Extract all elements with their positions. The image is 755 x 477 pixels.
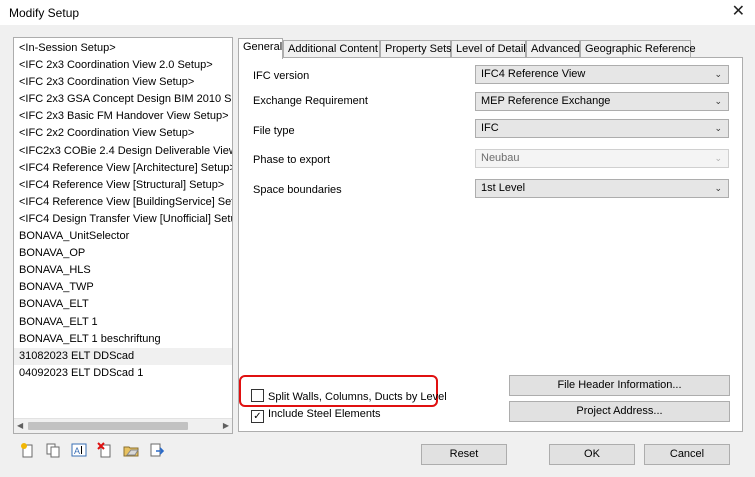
chevron-down-icon: ⌄ [714,69,722,79]
setup-item[interactable]: BONAVA_ELT 1 [14,314,232,331]
phase-to-export-label: Phase to export [253,154,331,166]
ifc-version-select[interactable]: IFC4 Reference View ⌄ [475,65,729,84]
setup-list[interactable]: <In-Session Setup> <IFC 2x3 Coordination… [13,37,233,434]
setup-item[interactable]: 04092023 ELT DDScad 1 [14,365,232,382]
setup-item[interactable]: <IFC 2x2 Coordination View Setup> [14,125,232,142]
setup-item[interactable]: BONAVA_TWP [14,279,232,296]
dialog-title: Modify Setup [9,6,80,20]
setup-item[interactable]: <In-Session Setup> [14,40,232,57]
exchange-requirement-label: Exchange Requirement [253,95,368,107]
include-steel-checkbox[interactable]: ✓ [251,410,264,423]
include-steel-label: Include Steel Elements [268,408,381,420]
setup-item-selected[interactable]: 31082023 ELT DDScad [14,347,232,365]
setup-item[interactable]: <IFC4 Reference View [Structural] Setup> [14,177,232,194]
phase-to-export-select: Neubau ⌄ [475,149,729,168]
cancel-button[interactable]: Cancel [644,444,730,465]
rename-setup-icon[interactable]: A [71,442,87,458]
file-type-value: IFC [481,122,499,134]
export-setup-icon[interactable] [149,442,165,458]
ok-button[interactable]: OK [549,444,635,465]
setup-item[interactable]: BONAVA_OP [14,245,232,262]
split-walls-label: Split Walls, Columns, Ducts by Level [268,391,447,403]
chevron-down-icon: ⌄ [714,183,722,193]
setup-item[interactable]: BONAVA_HLS [14,262,232,279]
setup-item[interactable]: BONAVA_UnitSelector [14,228,232,245]
modify-setup-dialog: Modify Setup ✕ <In-Session Setup> <IFC 2… [0,0,755,477]
tab-level-of-detail[interactable]: Level of Detail [451,40,526,58]
new-setup-icon[interactable] [20,442,36,458]
chevron-down-icon: ⌄ [714,153,722,163]
setup-item[interactable]: <IFC 2x3 Coordination View Setup> [14,74,232,91]
setup-item[interactable]: <IFC 2x3 Basic FM Handover View Setup> [14,108,232,125]
setup-item[interactable]: BONAVA_ELT [14,296,232,313]
svg-text:A: A [74,446,80,456]
project-address-button[interactable]: Project Address... [509,401,730,422]
exchange-requirement-select[interactable]: MEP Reference Exchange ⌄ [475,92,729,111]
scroll-left-icon[interactable]: ◀ [17,421,23,430]
horizontal-scrollbar[interactable]: ◀ ▶ [14,418,232,433]
space-boundaries-label: Space boundaries [253,184,342,196]
scroll-right-icon[interactable]: ▶ [223,421,229,430]
scrollbar-thumb[interactable] [28,422,188,430]
split-walls-checkbox[interactable] [251,389,264,402]
file-type-label: File type [253,125,295,137]
setup-item[interactable]: <IFC4 Reference View [Architecture] Setu… [14,160,232,177]
setup-item[interactable]: <IFC 2x3 GSA Concept Design BIM 2010 Set… [14,91,232,108]
phase-to-export-value: Neubau [481,152,520,164]
close-icon[interactable]: ✕ [732,2,745,22]
exchange-requirement-value: MEP Reference Exchange [481,95,611,107]
tab-geographic-reference[interactable]: Geographic Reference [580,40,696,58]
include-steel-checkbox-row[interactable]: ✓ Include Steel Elements [251,407,381,423]
tab-additional-content[interactable]: Additional Content [283,40,380,58]
import-setup-icon[interactable] [123,442,139,458]
reset-button[interactable]: Reset [421,444,507,465]
delete-setup-icon[interactable] [97,442,113,458]
ifc-version-label: IFC version [253,70,310,82]
chevron-down-icon: ⌄ [714,123,722,133]
setup-item[interactable]: <IFC4 Design Transfer View [Unofficial] … [14,211,232,228]
tab-advanced[interactable]: Advanced [526,40,580,58]
general-tab-panel: IFC version IFC4 Reference View ⌄ Exchan… [238,57,743,432]
setup-item[interactable]: <IFC4 Reference View [BuildingService] S… [14,194,232,211]
file-type-select[interactable]: IFC ⌄ [475,119,729,138]
space-boundaries-value: 1st Level [481,182,526,194]
ifc-version-value: IFC4 Reference View [481,68,586,80]
chevron-down-icon: ⌄ [714,96,722,106]
space-boundaries-select[interactable]: 1st Level ⌄ [475,179,729,198]
setup-item[interactable]: <IFC 2x3 Coordination View 2.0 Setup> [14,57,232,74]
split-walls-checkbox-row[interactable]: Split Walls, Columns, Ducts by Level [251,389,447,403]
file-header-button[interactable]: File Header Information... [509,375,730,396]
setup-item[interactable]: BONAVA_ELT 1 beschriftung [14,331,232,348]
duplicate-setup-icon[interactable] [45,442,61,458]
tab-property-sets[interactable]: Property Sets [380,40,452,58]
setup-item[interactable]: <IFC2x3 COBie 2.4 Design Deliverable Vie… [14,143,232,160]
tab-general[interactable]: General [238,38,283,59]
